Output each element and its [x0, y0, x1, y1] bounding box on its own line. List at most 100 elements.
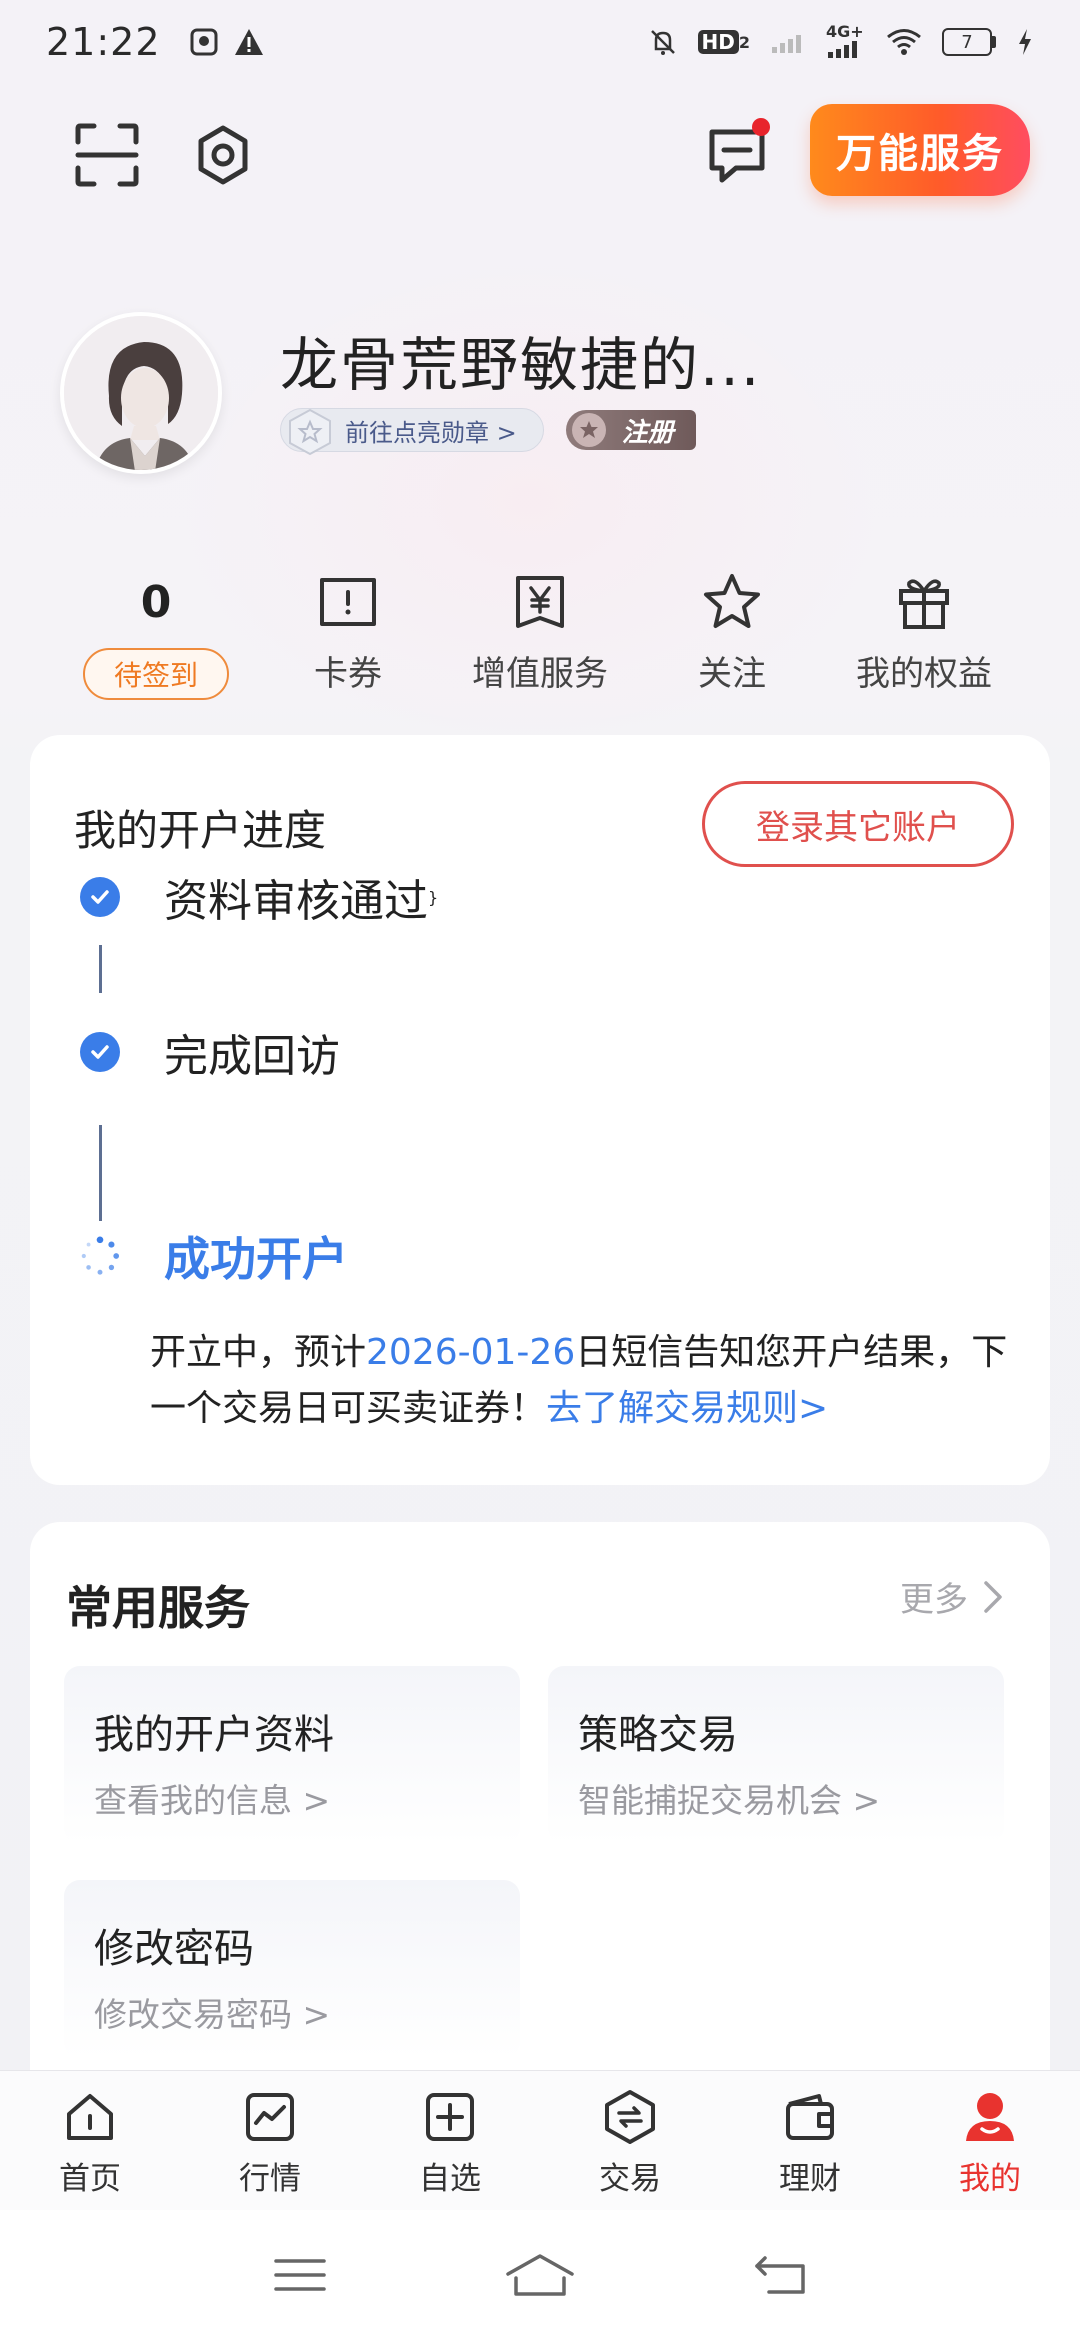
gift-icon [895, 562, 953, 642]
market-icon [238, 2085, 302, 2149]
tile-title: 我的开户资料 [94, 1712, 334, 1758]
tab-label: 交易 [599, 2161, 661, 2197]
hd-icon: HD 2 [697, 30, 750, 54]
tab-label: 理财 [779, 2161, 841, 2197]
tab-trade[interactable]: 交易 [540, 2071, 720, 2210]
tab-label: 首页 [59, 2161, 121, 2197]
login-other-account-button[interactable]: 登录其它账户 [702, 781, 1014, 867]
tile-subtitle: 修改交易密码 > [94, 1995, 331, 2034]
message-button[interactable] [700, 118, 774, 192]
trading-rules-link[interactable]: 去了解交易规则> [546, 1388, 828, 1429]
tab-market[interactable]: 行情 [180, 2071, 360, 2210]
hd-sub: 2 [738, 32, 750, 52]
coupon-icon [318, 562, 378, 642]
register-badge: 注册 [565, 410, 696, 450]
battery-level: 7 [942, 28, 992, 56]
tab-label: 自选 [419, 2161, 481, 2197]
medal-icon [285, 407, 335, 457]
step-connector [99, 1125, 102, 1221]
service-tile-change-password[interactable]: 修改密码 修改交易密码 > [64, 1880, 520, 2058]
status-time: 21:22 [46, 20, 161, 64]
signal-4g-icon: 4G+ [826, 24, 866, 60]
stat-benefits[interactable]: 我的权益 [834, 562, 1014, 695]
yen-icon [510, 562, 570, 642]
watchlist-icon [418, 2085, 482, 2149]
profile-icon [958, 2085, 1022, 2149]
stat-follow[interactable]: 关注 [642, 562, 822, 695]
stat-vas[interactable]: 增值服务 [450, 562, 630, 695]
badge-row: 前往点亮勋章 > 注册 [280, 408, 696, 456]
app-notification-icon [189, 27, 219, 57]
app-screen: 21:22 HD 2 4G+ 7 万能服务 龙骨荒野敏捷的... 前往点亮勋章 … [0, 0, 1080, 2340]
common-services-card: 常用服务 更多 我的开户资料 查看我的信息 > 策略交易 智能捕捉交易机会 > … [30, 1522, 1050, 2122]
tab-profile[interactable]: 我的 [900, 2071, 1080, 2210]
tile-subtitle: 查看我的信息 > [94, 1781, 331, 1820]
progress-title: 我的开户进度 [74, 806, 327, 855]
back-nav-button[interactable] [740, 2245, 820, 2305]
hd-label: HD [697, 30, 739, 54]
cell-label: 4G+ [826, 22, 864, 41]
step-label: 资料审核通过 [164, 876, 428, 927]
battery-icon: 7 [942, 28, 996, 56]
universal-service-button[interactable]: 万能服务 [810, 104, 1030, 196]
status-bar: 21:22 HD 2 4G+ 7 [0, 0, 1080, 84]
mute-bell-icon [648, 27, 678, 57]
tab-label: 我的 [959, 2161, 1021, 2197]
checkin-button[interactable]: 待签到 [83, 648, 229, 700]
tab-home[interactable]: 首页 [0, 2071, 180, 2210]
stat-label: 我的权益 [856, 654, 992, 694]
wallet-icon [778, 2085, 842, 2149]
stats-row: 0 待签到 卡券 增值服务 关注 我的权益 [0, 562, 1080, 712]
register-label: 注册 [621, 417, 674, 448]
stat-label: 关注 [698, 654, 766, 694]
menu-icon [274, 2259, 326, 2291]
tile-title: 修改密码 [94, 1926, 254, 1972]
avatar[interactable] [60, 312, 222, 474]
home-nav-button[interactable] [500, 2245, 580, 2305]
home-icon [58, 2085, 122, 2149]
medal-label: 前往点亮勋章 > [345, 418, 517, 447]
trade-icon [598, 2085, 662, 2149]
menu-nav-button[interactable] [260, 2245, 340, 2305]
services-title: 常用服务 [66, 1581, 250, 1635]
desc-prefix: 开立中，预计 [150, 1332, 367, 1373]
tab-watchlist[interactable]: 自选 [360, 2071, 540, 2210]
tab-wealth[interactable]: 理财 [720, 2071, 900, 2210]
more-link[interactable]: 更多 [900, 1572, 1004, 1621]
service-tile-account-info[interactable]: 我的开户资料 查看我的信息 > [64, 1666, 520, 1844]
bottom-tab-bar: 首页 行情 自选 交易 理财 我的 [0, 2070, 1080, 2210]
home-nav-icon [506, 2254, 574, 2296]
scan-icon [75, 123, 139, 187]
check-icon [80, 877, 120, 917]
progress-description: 开立中，预计2026-01-26日短信告知您开户结果，下一个交易日可买卖证券！去… [150, 1325, 1010, 1437]
star-badge-icon [571, 413, 606, 447]
charging-icon [1016, 27, 1034, 57]
checkin-stat[interactable]: 0 待签到 [66, 562, 246, 700]
step-review: 资料审核通过 } [80, 865, 438, 929]
tab-label: 行情 [239, 2161, 301, 2197]
medal-link[interactable]: 前往点亮勋章 > [280, 408, 544, 456]
signal-weak-icon [770, 29, 806, 55]
loading-icon [80, 1236, 120, 1276]
gear-icon [198, 125, 248, 185]
step-opened: 成功开户 [80, 1223, 348, 1289]
step-label: 成功开户 [164, 1232, 348, 1286]
chevron-right-icon [984, 1580, 1002, 1613]
service-tile-strategy-trading[interactable]: 策略交易 智能捕捉交易机会 > [548, 1666, 1004, 1844]
unread-dot [752, 118, 770, 136]
avatar-image [64, 316, 218, 470]
back-icon [755, 2256, 805, 2294]
top-bar: 万能服务 [0, 100, 1080, 210]
points-value: 0 [140, 576, 172, 628]
tile-subtitle: 智能捕捉交易机会 > [578, 1781, 881, 1820]
settings-button[interactable] [186, 118, 260, 192]
system-navigation-bar [0, 2210, 1080, 2340]
profile-name: 龙骨荒野敏捷的... [280, 331, 762, 399]
stat-coupon[interactable]: 卡券 [258, 562, 438, 695]
check-icon [80, 1032, 120, 1072]
tile-title: 策略交易 [578, 1712, 738, 1758]
step-callback: 完成回访 [80, 1020, 340, 1084]
scan-button[interactable] [70, 118, 144, 192]
stat-label: 卡券 [314, 654, 382, 694]
desc-date: 2026-01-26 [366, 1332, 576, 1373]
